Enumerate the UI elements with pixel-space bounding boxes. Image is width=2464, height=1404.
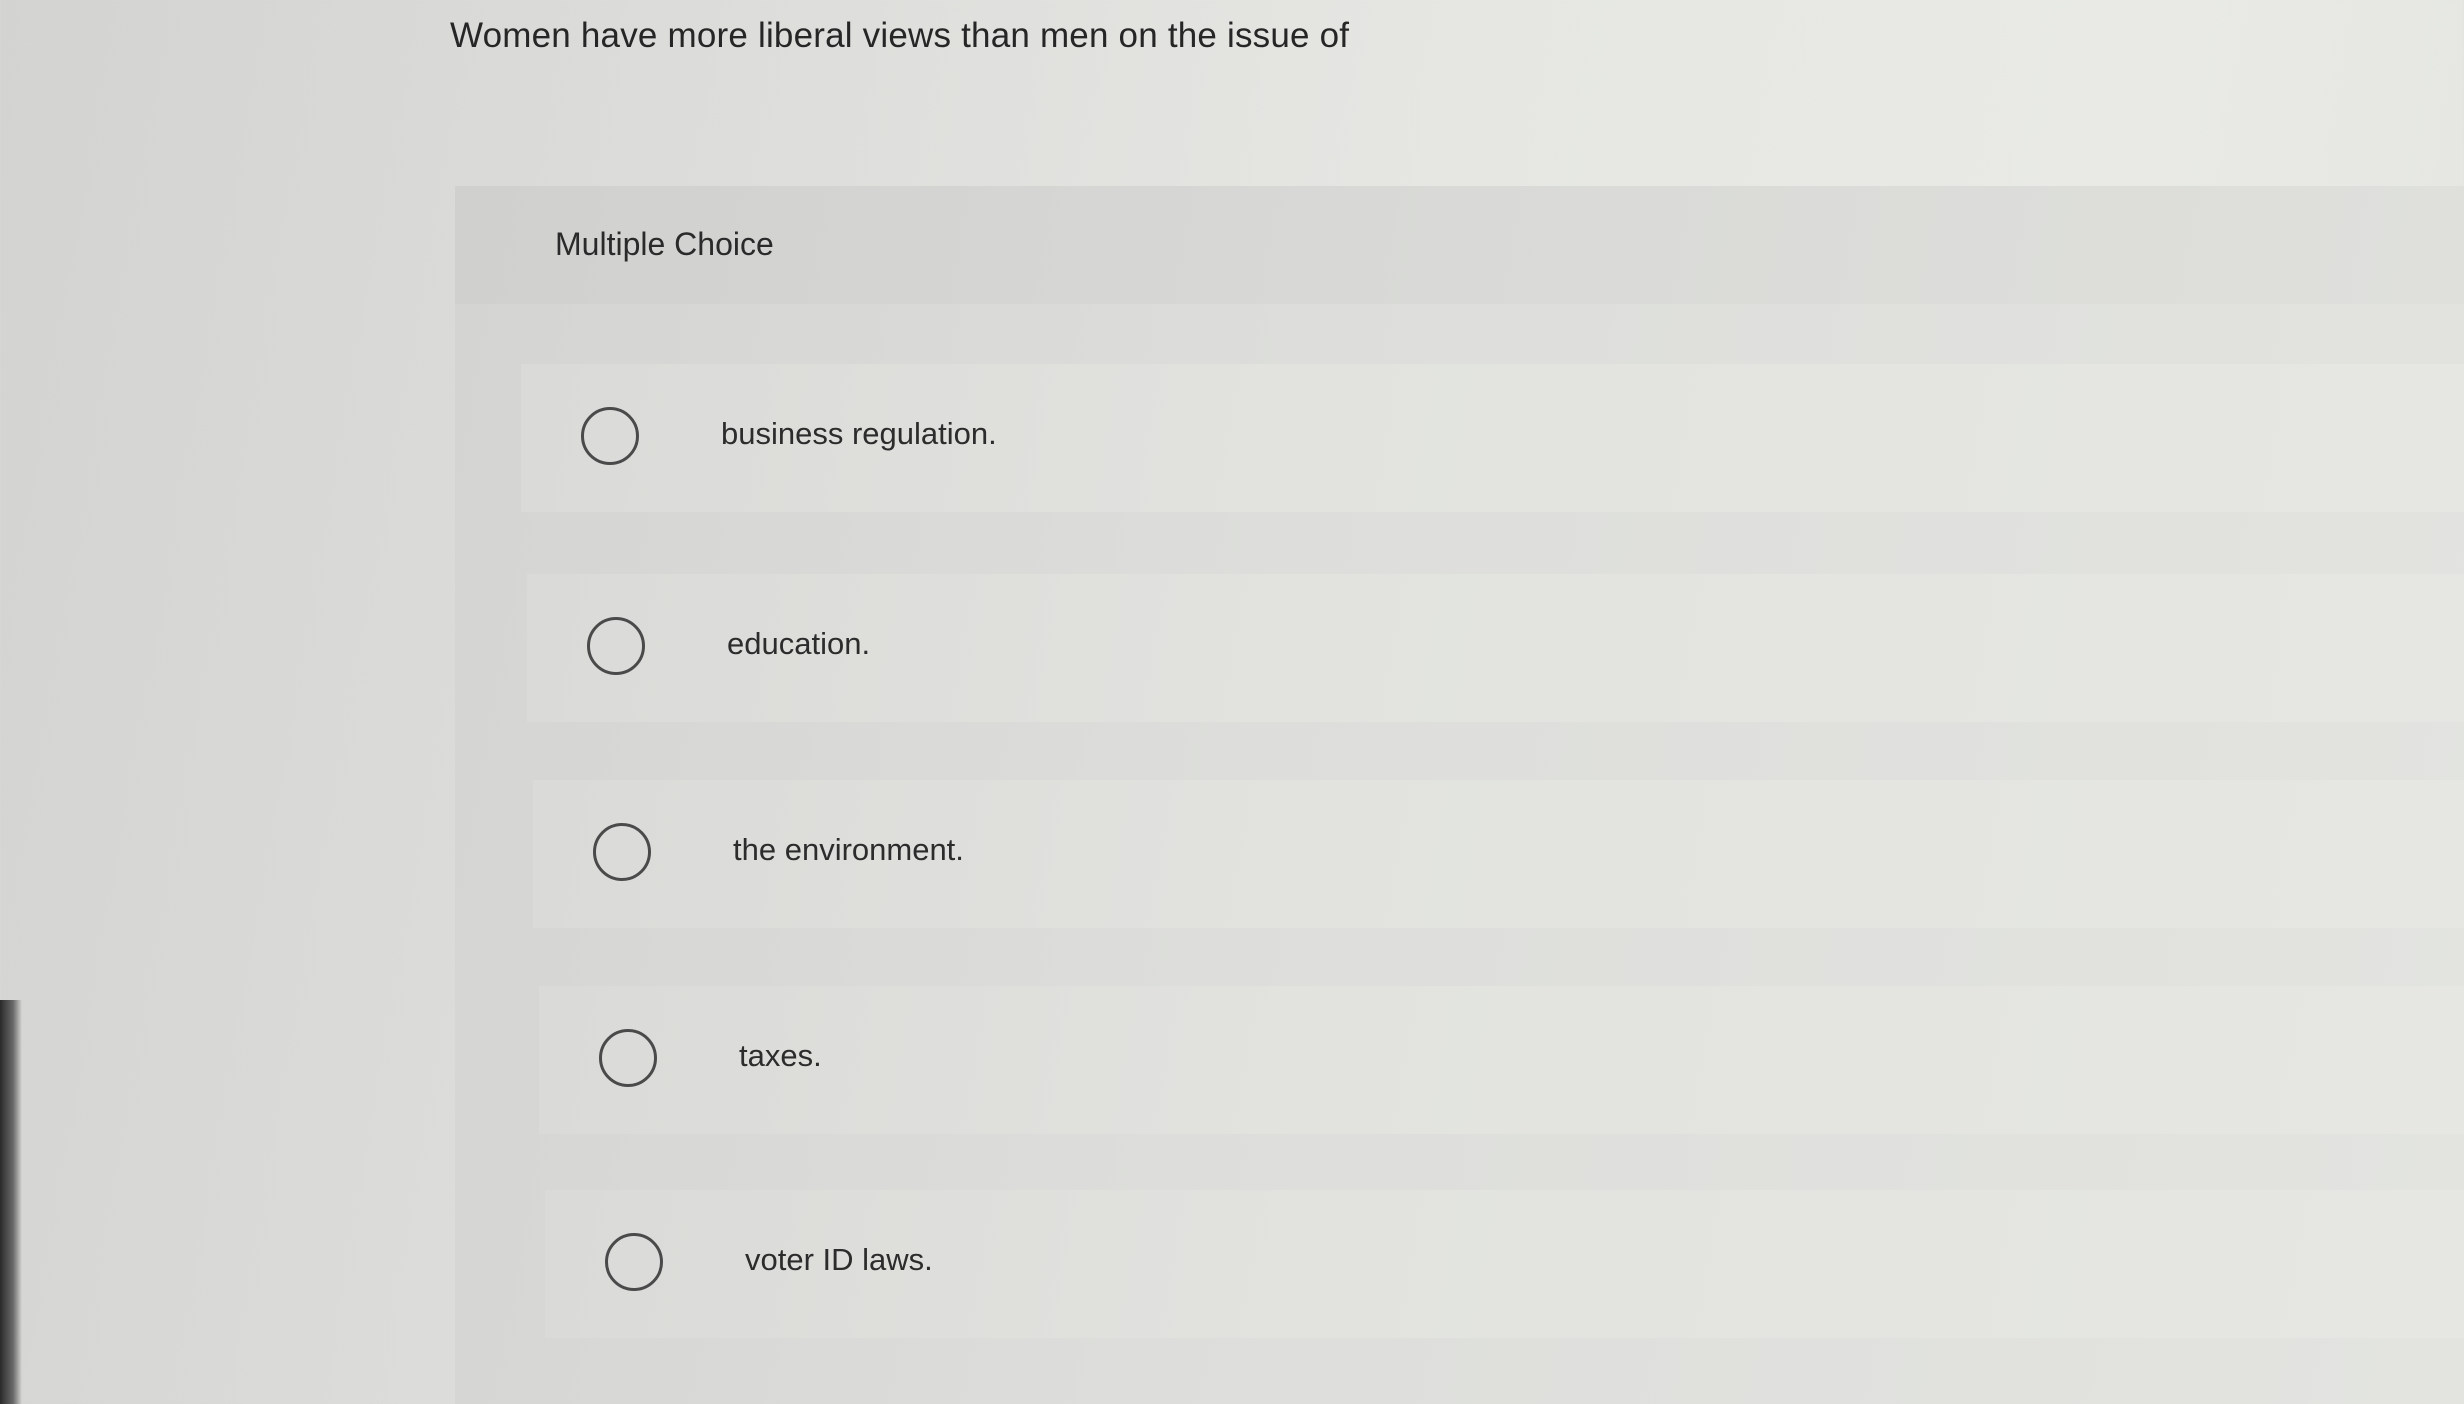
question-text: Women have more liberal views than men o… xyxy=(450,16,1350,55)
multiple-choice-panel: Multiple Choice business regulation. edu… xyxy=(455,186,2464,1404)
panel-header: Multiple Choice xyxy=(455,186,2464,304)
choice-option-1[interactable]: business regulation. xyxy=(521,364,2464,512)
radio-button-3[interactable] xyxy=(593,823,651,881)
choice-option-2[interactable]: education. xyxy=(527,574,2464,722)
screen-bezel-edge xyxy=(0,1000,22,1404)
radio-button-2[interactable] xyxy=(587,617,645,675)
choice-option-4[interactable]: taxes. xyxy=(539,986,2464,1134)
choice-label-4: taxes. xyxy=(739,1038,822,1073)
radio-button-5[interactable] xyxy=(605,1233,663,1291)
choice-label-5: voter ID laws. xyxy=(745,1242,933,1277)
radio-button-1[interactable] xyxy=(581,407,639,465)
question-type-label: Multiple Choice xyxy=(555,226,774,262)
choice-label-3: the environment. xyxy=(733,832,964,867)
choice-option-3[interactable]: the environment. xyxy=(533,780,2464,928)
radio-button-4[interactable] xyxy=(599,1029,657,1087)
choice-label-1: business regulation. xyxy=(721,416,997,451)
choice-label-2: education. xyxy=(727,626,871,661)
choice-option-5[interactable]: voter ID laws. xyxy=(545,1190,2464,1338)
